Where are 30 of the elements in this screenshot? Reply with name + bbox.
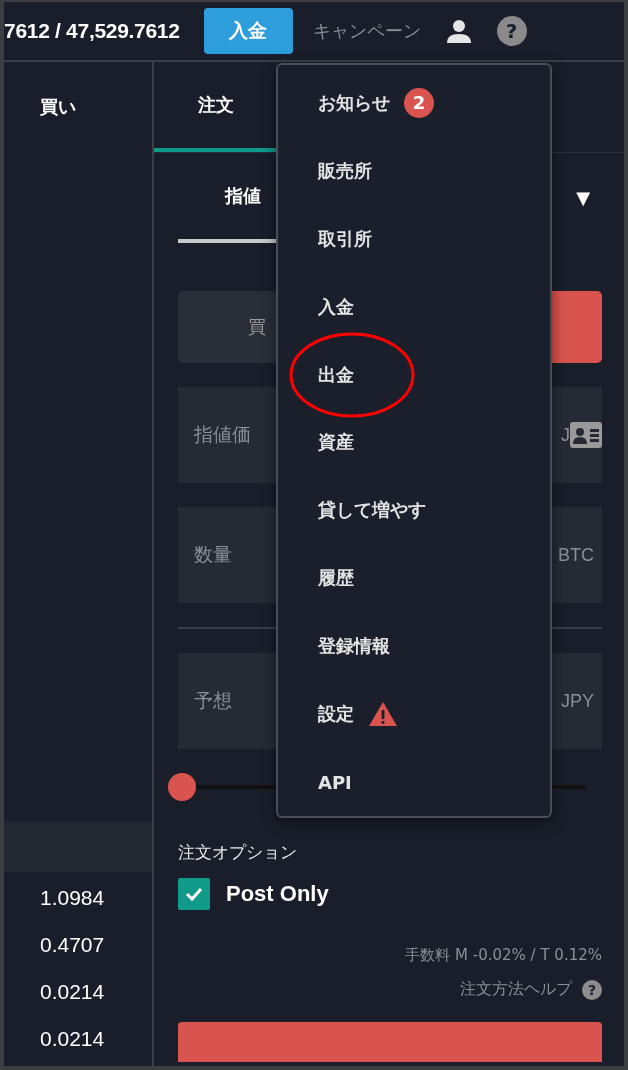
fee-text: 手数料 M -0.02% / T 0.12% [405,946,602,965]
menu-item[interactable]: 入金 [318,294,354,319]
price-text: 7612 / 47,529.7612 [4,19,180,43]
menu-item[interactable]: 貸して増やす [318,498,426,523]
menu-item[interactable]: 設定 [318,702,354,727]
help-link[interactable]: 注文方法ヘルプ [460,979,572,1000]
menu-item[interactable]: 資産 [318,430,354,455]
id-card-icon[interactable] [570,422,602,448]
options-heading: 注文オプション [178,841,298,864]
menu-item[interactable]: お知らせ [318,90,390,115]
menu-item[interactable]: 履歴 [318,566,354,591]
size-cell-text: 0.0214 [40,979,106,1005]
menu-item[interactable]: 販売所 [318,158,372,183]
menu-item[interactable]: API [318,771,352,793]
size-cell-text: 0.4707 [40,932,106,958]
size-cell-text: 0.0214 [40,1026,106,1052]
menu-item[interactable]: 登録情報 [318,634,390,659]
notification-badge: 2 [404,87,434,118]
help-icon[interactable]: ? [582,979,602,1000]
help-icon[interactable]: ? [496,16,527,46]
size-cell-text: 1.0984 [40,885,106,911]
campaign-link[interactable]: キャンペーン [312,19,421,43]
menu-item[interactable]: 取引所 [318,226,372,251]
checkbox[interactable] [178,878,210,910]
checkbox-label: Post Only [226,881,329,907]
column-heading: 買い [40,95,76,119]
caret-icon[interactable]: ▼ [576,187,590,208]
slider-thumb[interactable] [168,773,196,801]
user-icon[interactable] [444,17,473,45]
menu-item[interactable]: 出金 [318,362,354,387]
